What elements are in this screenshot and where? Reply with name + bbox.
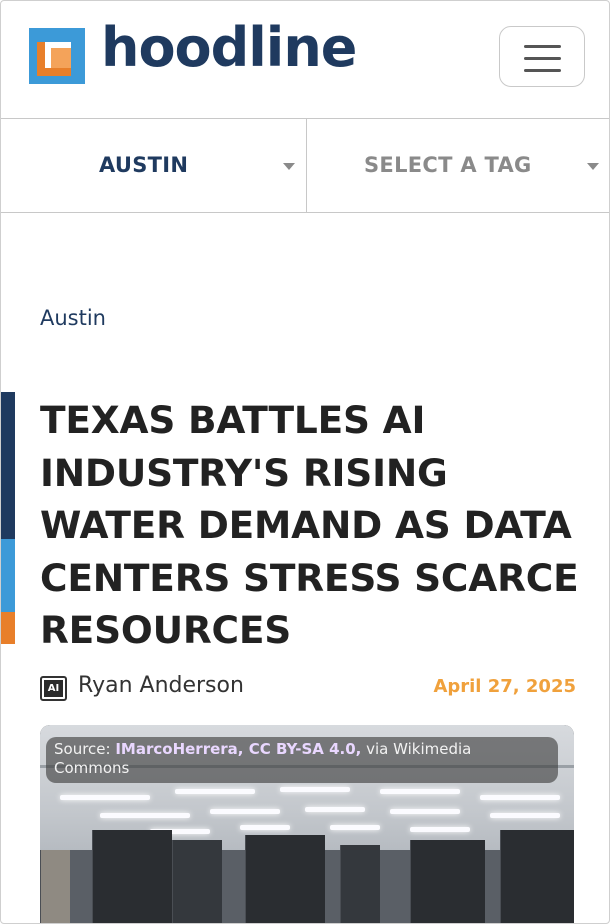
site-logo-text[interactable]: hoodline <box>101 21 357 75</box>
article-headline: TEXAS BATTLES AI INDUSTRY'S RISING WATER… <box>40 398 579 652</box>
article-hero-image: Source: IMarcoHerrera, CC BY-SA 4.0, via… <box>40 725 574 923</box>
hamburger-menu-icon <box>524 45 561 48</box>
article-category-link[interactable]: Austin <box>40 306 106 330</box>
filter-bar: AUSTIN SELECT A TAG <box>1 119 609 213</box>
city-select[interactable]: AUSTIN <box>1 119 307 212</box>
publish-date: April 27, 2025 <box>433 676 576 697</box>
headline-accent-bar <box>1 392 15 644</box>
hamburger-menu-button[interactable] <box>499 26 585 87</box>
ai-chip-icon: AI <box>40 676 67 701</box>
tag-select-label: SELECT A TAG <box>364 153 532 177</box>
page: hoodline AUSTIN SELECT A TAG Austin TEXA… <box>0 0 610 924</box>
city-select-label: AUSTIN <box>99 153 189 177</box>
chevron-down-icon <box>283 163 295 170</box>
image-caption: Source: IMarcoHerrera, CC BY-SA 4.0, via… <box>46 737 558 783</box>
hoodline-logo-icon[interactable] <box>29 28 85 84</box>
image-credit-link[interactable]: IMarcoHerrera, CC BY-SA 4.0, <box>115 740 361 758</box>
tag-select[interactable]: SELECT A TAG <box>307 119 609 212</box>
author-name-link[interactable]: Ryan Anderson <box>78 673 244 698</box>
site-header: hoodline <box>1 1 609 119</box>
article-byline: AI Ryan Anderson April 27, 2025 <box>40 672 576 704</box>
chevron-down-icon <box>587 163 599 170</box>
